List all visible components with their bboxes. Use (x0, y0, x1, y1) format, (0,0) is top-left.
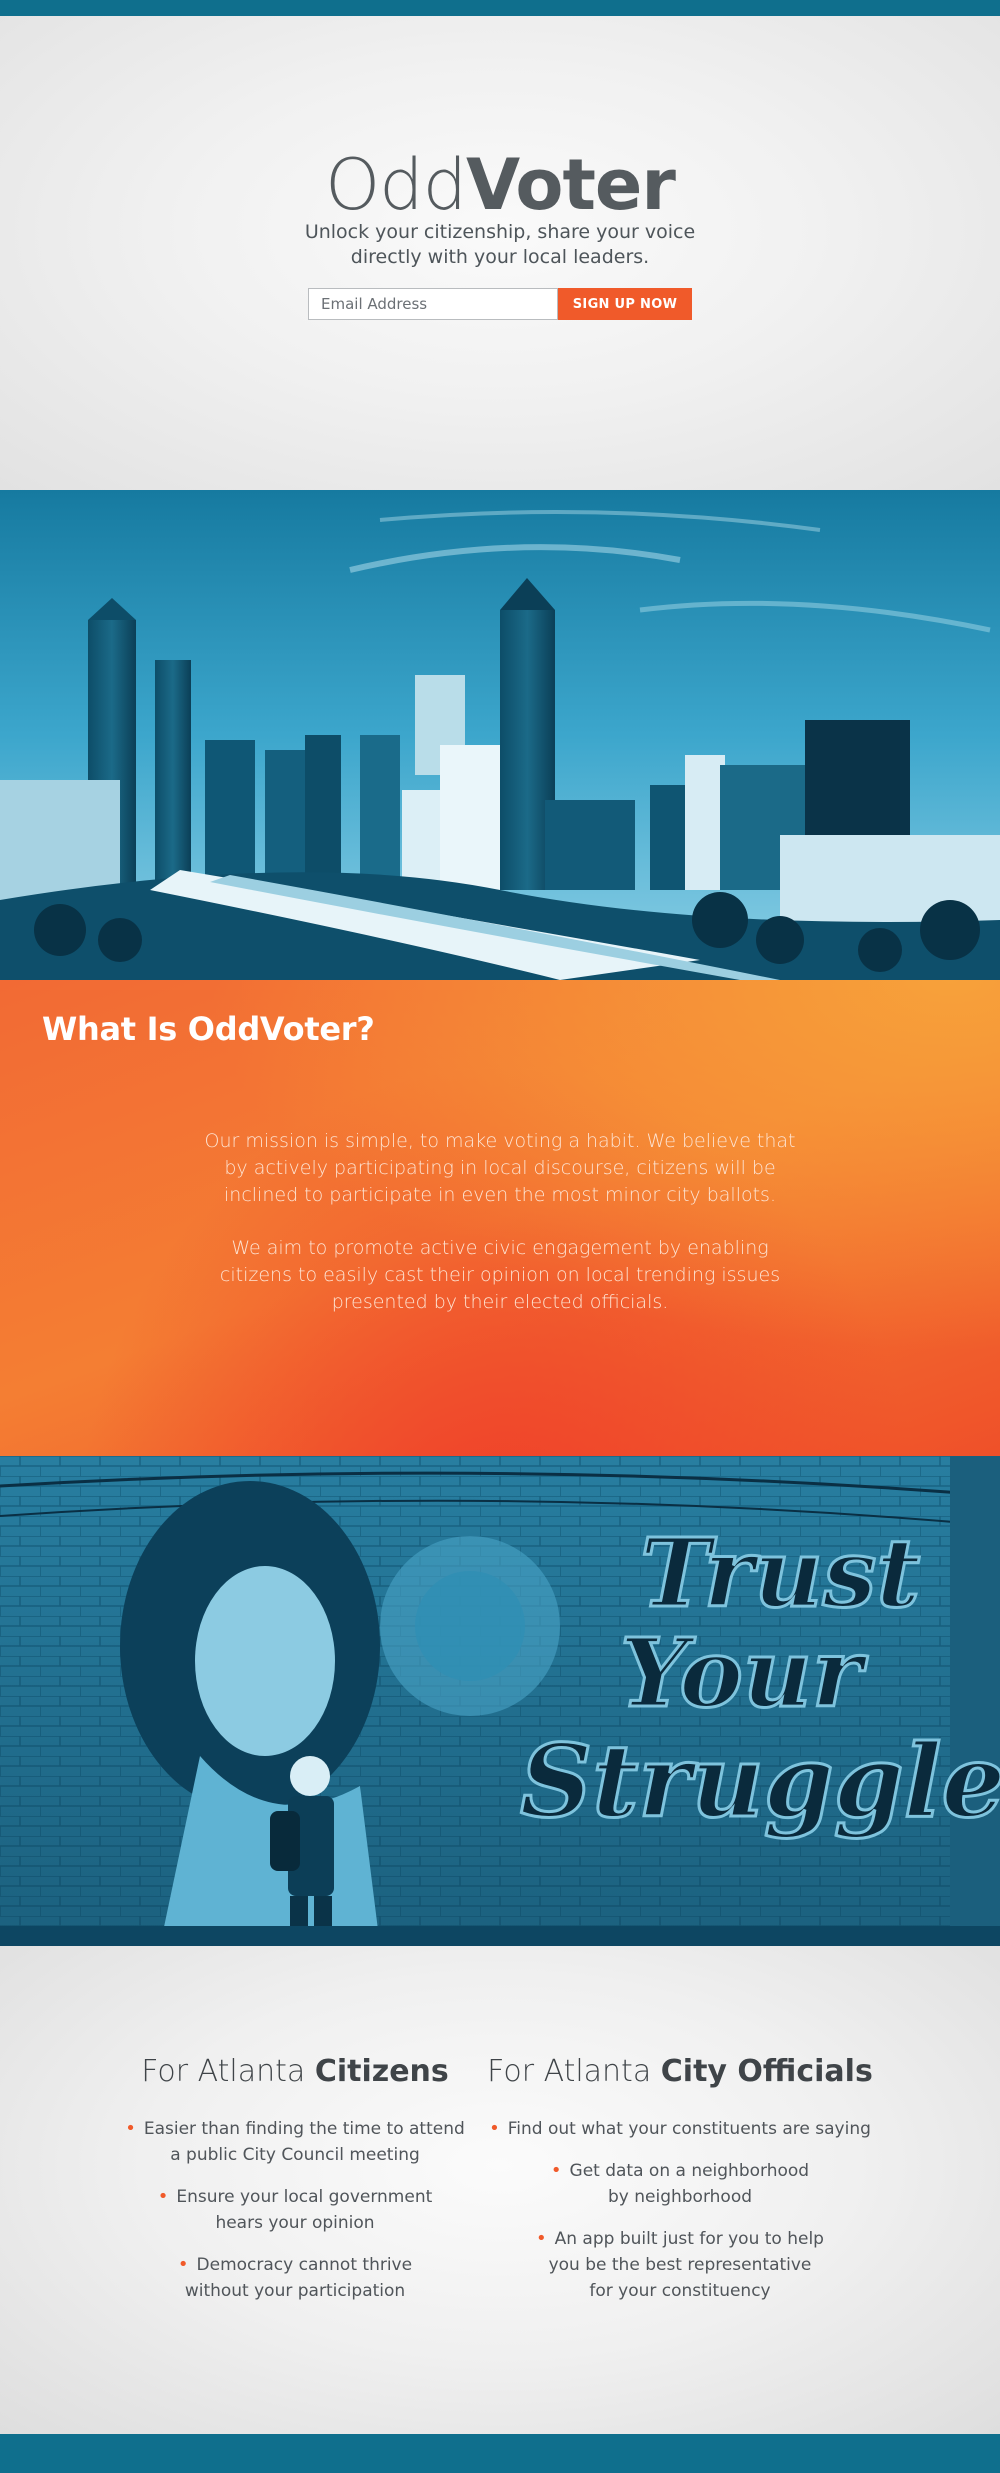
sign-up-button[interactable]: SIGN UP NOW (558, 288, 692, 320)
logo: OddVoter (0, 142, 1000, 228)
bullet-icon: • (489, 2118, 500, 2139)
atlanta-skyline-photo (0, 490, 1000, 980)
street-mural-photo: Trust Your Struggle (0, 1456, 1000, 1946)
bullet-icon: • (177, 2254, 189, 2275)
mission-title: What Is OddVoter? (42, 1010, 375, 1048)
citizens-title: For Atlanta Citizens (141, 2054, 449, 2089)
logo-voter: Voter (466, 144, 676, 226)
top-bar (0, 0, 1000, 16)
mission-paragraph-2: We aim to promote active civic engagemen… (219, 1237, 781, 1313)
bullet-icon: • (157, 2186, 169, 2207)
hero-section: OddVoter Unlock your citizenship, share … (0, 16, 1000, 490)
mission-section: What Is OddVoter? Our mission is simple,… (0, 980, 1000, 1456)
logo-odd: Odd (325, 144, 467, 226)
list-item: • Democracy cannot thrive without your pa… (177, 2254, 413, 2301)
officials-list: • Find out what your constituents are say… (470, 2116, 890, 2320)
bullet-icon: • (536, 2228, 547, 2249)
tagline-line-1: Unlock your citizenship, share your voic… (304, 221, 696, 243)
skyline-illustration (0, 490, 1000, 980)
list-item: • Easier than finding the time to attend … (125, 2118, 465, 2165)
email-input[interactable] (308, 288, 558, 320)
mural-text-trust: Trust (640, 1518, 920, 1629)
officials-title: For Atlanta City Officials (487, 2054, 873, 2089)
list-item: • Ensure your local government hears your… (157, 2186, 433, 2233)
bottom-bar (0, 2434, 1000, 2473)
features-section: For Atlanta Citizens • Easier than findin… (0, 1946, 1000, 2434)
list-item: • Find out what your constituents are say… (489, 2118, 871, 2139)
citizens-list: • Easier than finding the time to attend … (85, 2116, 505, 2320)
mural-illustration: Trust Your Struggle (0, 1456, 1000, 1946)
mission-paragraph-1: Our mission is simple, to make voting a … (204, 1130, 796, 1206)
mural-text-your: Your (620, 1618, 868, 1729)
tagline: Unlock your citizenship, share your voic… (290, 220, 710, 270)
list-item: • Get data on a neighborhood by neighborh… (550, 2160, 810, 2207)
list-item: • An app built just for you to help you b… (536, 2228, 824, 2301)
bullet-icon: • (550, 2160, 562, 2181)
mural-text-struggle: Struggle (520, 1722, 1000, 1840)
bullet-icon: • (125, 2118, 136, 2139)
tagline-line-2: directly with your local leaders. (350, 246, 650, 268)
